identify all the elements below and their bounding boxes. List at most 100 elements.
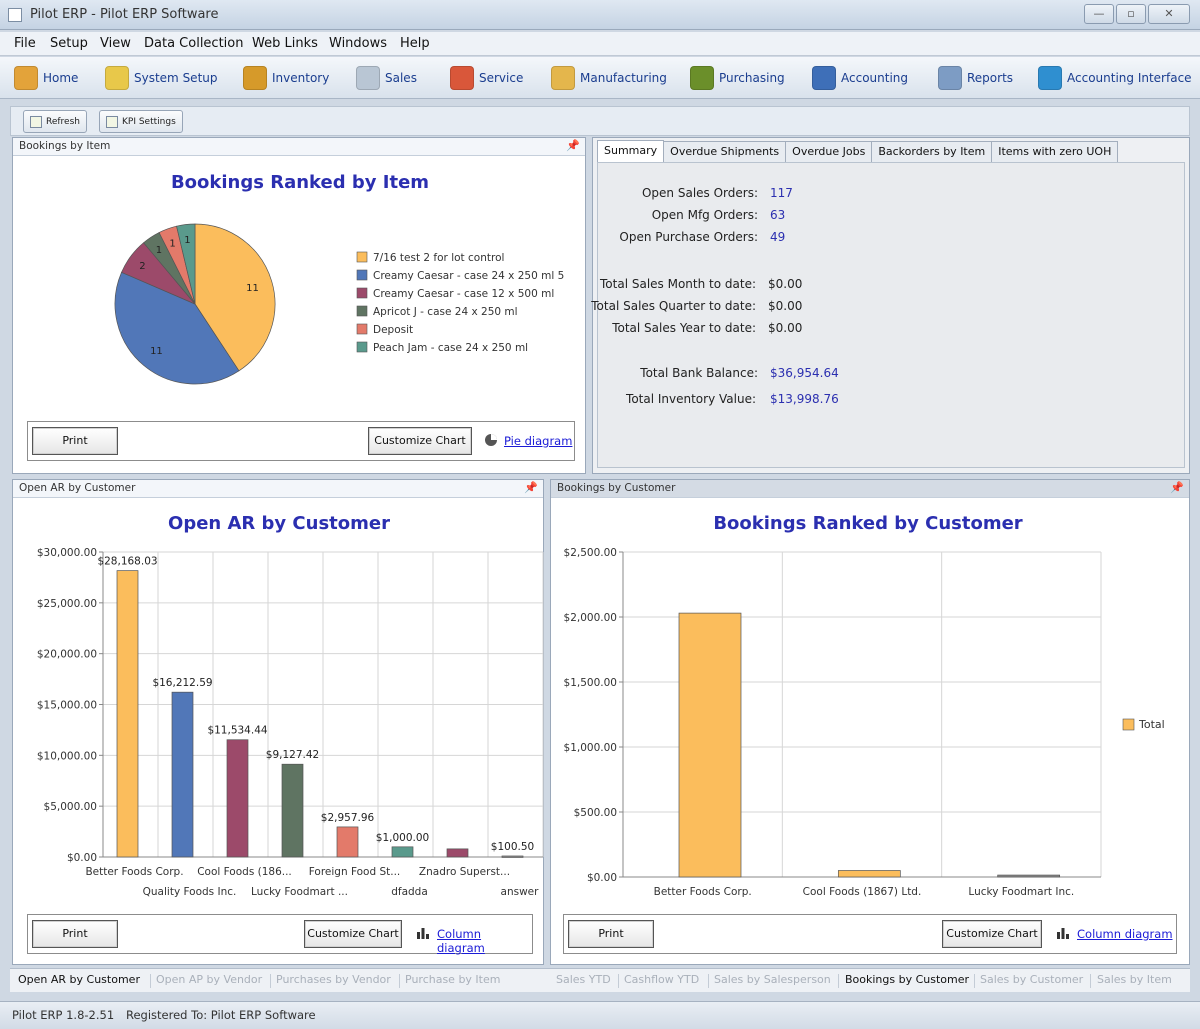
bar bbox=[446, 848, 469, 858]
system-setup-icon bbox=[105, 66, 129, 90]
toolbar-home-button[interactable]: Home bbox=[14, 63, 78, 93]
summary-panel: Summary Overdue Shipments Overdue Jobs B… bbox=[591, 137, 1190, 474]
tab-separator bbox=[838, 974, 839, 988]
open-ar-bar-chart: $0.00 $5,000.00 $10,000.00 $15,000.00 $20,00… bbox=[37, 547, 544, 898]
tab-cashflow-ytd[interactable]: Cashflow YTD bbox=[624, 973, 699, 986]
bookings-by-item-panel: Bookings by Item 📌 Bookings Ranked by Ite… bbox=[12, 137, 586, 474]
dashboard-toolbar: Refresh KPI Settings bbox=[10, 106, 1190, 136]
bar bbox=[281, 763, 304, 858]
service-icon bbox=[450, 66, 474, 90]
column-diagram-link[interactable]: Column diagram bbox=[1077, 927, 1173, 941]
bar bbox=[391, 846, 414, 858]
tab-items-with-zero-uoh[interactable]: Items with zero UOH bbox=[991, 141, 1119, 163]
tab-purchase-by-item[interactable]: Purchase by Item bbox=[405, 973, 500, 986]
toolbar-system-setup-button[interactable]: System Setup bbox=[105, 63, 218, 93]
dashboard-tabs: Open AR by Customer Open AP by Vendor Pu… bbox=[10, 968, 1190, 992]
toolbar-reports-button[interactable]: Reports bbox=[938, 63, 1013, 93]
tab-sales-by-item[interactable]: Sales by Item bbox=[1097, 973, 1172, 986]
y-tick-label: $25,000.00 bbox=[37, 598, 97, 610]
bookings-by-customer-bar-chart: $0.00 $500.00 $1,000.00 $1,500.00 $2,000.00 $… bbox=[564, 547, 1165, 898]
pin-icon[interactable]: 📌 bbox=[566, 139, 580, 152]
tab-sales-ytd[interactable]: Sales YTD bbox=[556, 973, 611, 986]
toolbar-accounting-interface-button[interactable]: Accounting Interface bbox=[1038, 63, 1192, 93]
menu-data-collection[interactable]: Data Collection bbox=[144, 36, 243, 51]
panel-header: Bookings by Customer 📌 bbox=[551, 480, 1189, 498]
close-button[interactable]: ✕ bbox=[1148, 4, 1190, 24]
legend-swatch bbox=[356, 341, 368, 353]
menu-file[interactable]: File bbox=[14, 36, 36, 51]
refresh-button[interactable]: Refresh bbox=[23, 110, 87, 133]
minimize-button[interactable]: — bbox=[1084, 4, 1114, 24]
print-button[interactable]: Print bbox=[32, 920, 118, 948]
customize-chart-button[interactable]: Customize Chart bbox=[942, 920, 1042, 948]
bar bbox=[226, 739, 249, 858]
menu-help[interactable]: Help bbox=[400, 36, 430, 51]
y-tick-label: $10,000.00 bbox=[37, 750, 97, 762]
tab-bookings-by-customer[interactable]: Bookings by Customer bbox=[845, 973, 969, 986]
tab-open-ap-by-vendor[interactable]: Open AP by Vendor bbox=[156, 973, 262, 986]
pie-slice-label: 11 bbox=[246, 283, 259, 294]
status-bar: Pilot ERP 1.8-2.51 Registered To: Pilot … bbox=[0, 1001, 1200, 1029]
tab-sales-by-customer[interactable]: Sales by Customer bbox=[980, 973, 1083, 986]
kpi-settings-button[interactable]: KPI Settings bbox=[99, 110, 183, 133]
panel-header: Open AR by Customer 📌 bbox=[13, 480, 543, 498]
customize-chart-button[interactable]: Customize Chart bbox=[304, 920, 402, 948]
tab-backorders-by-item[interactable]: Backorders by Item bbox=[871, 141, 993, 163]
column-diagram-link[interactable]: Column diagram bbox=[437, 927, 532, 955]
menu-web-links[interactable]: Web Links bbox=[252, 36, 318, 51]
tab-overdue-shipments[interactable]: Overdue Shipments bbox=[663, 141, 787, 163]
open-mfg-orders-label: Open Mfg Orders: bbox=[651, 208, 758, 222]
menu-bar: File Setup View Data Collection Web Link… bbox=[0, 32, 1200, 56]
tab-separator bbox=[974, 974, 975, 988]
pie-diagram-link[interactable]: Pie diagram bbox=[504, 434, 572, 448]
bar bbox=[171, 691, 194, 858]
sales-year-label: Total Sales Year to date: bbox=[612, 321, 756, 335]
legend-label: Total bbox=[1138, 718, 1165, 731]
toolbar-manufacturing-button[interactable]: Manufacturing bbox=[551, 63, 667, 93]
toolbar-purchasing-button[interactable]: Purchasing bbox=[690, 63, 785, 93]
tab-sales-by-salesperson[interactable]: Sales by Salesperson bbox=[714, 973, 831, 986]
app-icon bbox=[8, 8, 22, 22]
menu-windows[interactable]: Windows bbox=[329, 36, 387, 51]
pie-slice-label: 2 bbox=[139, 261, 145, 272]
legend-swatch bbox=[356, 287, 368, 299]
purchasing-icon bbox=[690, 66, 714, 90]
y-tick-label: $2,500.00 bbox=[564, 547, 617, 559]
tab-summary[interactable]: Summary bbox=[597, 140, 665, 162]
tab-separator bbox=[150, 974, 151, 988]
customize-chart-button[interactable]: Customize Chart bbox=[368, 427, 472, 455]
accounting-icon bbox=[812, 66, 836, 90]
toolbar-accounting-button[interactable]: Accounting bbox=[812, 63, 908, 93]
tab-separator bbox=[618, 974, 619, 988]
open-ar-panel: Open AR by Customer 📌 Open AR by Customer… bbox=[12, 479, 544, 965]
toolbar-sales-button[interactable]: Sales bbox=[356, 63, 417, 93]
pin-icon[interactable]: 📌 bbox=[1170, 481, 1184, 494]
reports-icon bbox=[938, 66, 962, 90]
menu-view[interactable]: View bbox=[100, 36, 131, 51]
legend-swatch bbox=[356, 251, 368, 263]
menu-setup[interactable]: Setup bbox=[50, 36, 88, 51]
maximize-button[interactable]: ▫ bbox=[1116, 4, 1146, 24]
inventory-value-label: Total Inventory Value: bbox=[626, 392, 756, 406]
pie-diagram-icon bbox=[485, 434, 497, 446]
tab-separator bbox=[270, 974, 271, 988]
tab-open-ar-by-customer[interactable]: Open AR by Customer bbox=[18, 973, 140, 986]
toolbar-inventory-button[interactable]: Inventory bbox=[243, 63, 329, 93]
x-tick-label: Lucky Foodmart ... bbox=[251, 886, 348, 898]
chart-button-bar: Print Customize Chart Column diagram bbox=[27, 914, 533, 955]
bar bbox=[336, 826, 359, 858]
pin-icon[interactable]: 📌 bbox=[524, 481, 538, 494]
x-tick-label: Better Foods Corp. bbox=[654, 886, 752, 898]
print-button[interactable]: Print bbox=[32, 427, 118, 455]
x-tick-label: answer bbox=[501, 886, 540, 898]
bar bbox=[837, 870, 901, 878]
pie-slice-label: 1 bbox=[184, 235, 190, 246]
open-purchase-orders-label: Open Purchase Orders: bbox=[619, 230, 758, 244]
chart-button-bar: Print Customize Chart Column diagram bbox=[563, 914, 1177, 954]
toolbar-service-button[interactable]: Service bbox=[450, 63, 523, 93]
tab-overdue-jobs[interactable]: Overdue Jobs bbox=[785, 141, 873, 163]
settings-icon bbox=[106, 115, 118, 128]
data-label: $9,127.42 bbox=[266, 749, 319, 761]
print-button[interactable]: Print bbox=[568, 920, 654, 948]
tab-purchases-by-vendor[interactable]: Purchases by Vendor bbox=[276, 973, 391, 986]
